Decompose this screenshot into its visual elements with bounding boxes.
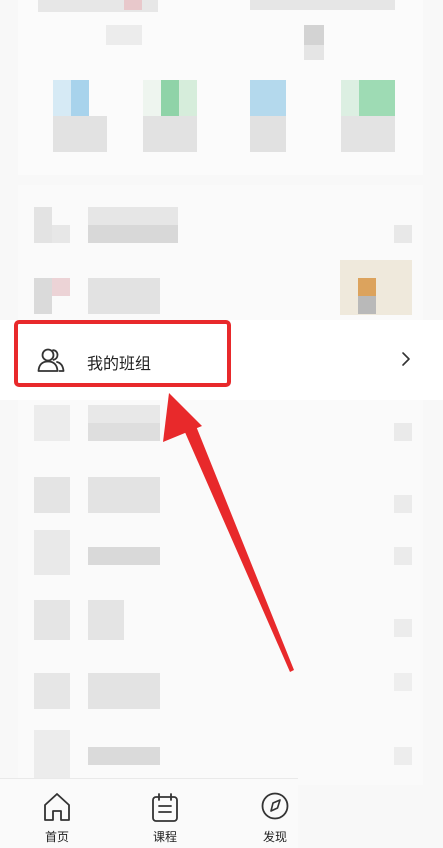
blurred-top-card [18, 0, 423, 175]
tab-discover-label: 发现 [262, 830, 287, 844]
tab-courses[interactable]: 课程 [125, 779, 205, 848]
chevron-right-icon [402, 352, 410, 366]
tab-home-label: 首页 [44, 830, 69, 844]
compass-icon [261, 792, 289, 820]
highlight-box [14, 320, 231, 387]
tab-courses-label: 课程 [152, 830, 177, 844]
calendar-icon [152, 793, 178, 822]
tab-home[interactable]: 首页 [17, 779, 97, 848]
tab-discover[interactable]: 发现 [235, 779, 315, 848]
red-arrow-annotation [163, 393, 294, 672]
bottom-tab-bar: 首页 课程 发现 [0, 778, 298, 848]
screen: 我的班组 首页 课程 发现 [0, 0, 443, 848]
home-icon [44, 793, 70, 821]
